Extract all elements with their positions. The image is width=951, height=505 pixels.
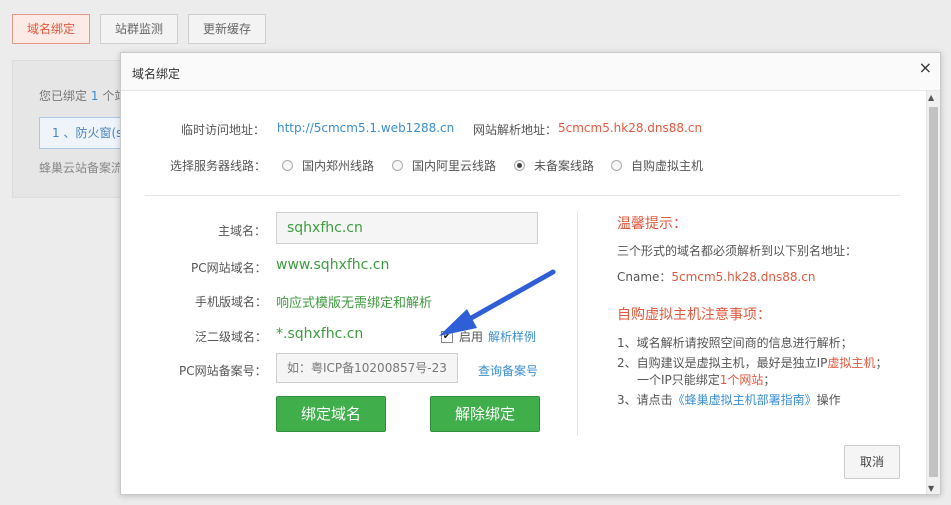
radio-label: 国内阿里云线路	[412, 159, 497, 173]
main-domain-input[interactable]: sqhxfhc.cn	[276, 212, 538, 244]
radio-dot-selected	[514, 160, 525, 171]
vhost-guide-link[interactable]: 《蜂巢虚拟主机部署指南》	[673, 393, 817, 407]
vhost-note-1: 1、域名解析请按照空间商的信息进行解析；	[617, 336, 853, 350]
wildcard-domain-value: *.sqhxfhc.cn	[276, 326, 364, 342]
radio-aliyun[interactable]: 国内阿里云线路	[392, 157, 496, 174]
domain-binding-dialog: 域名绑定 × 临时访问地址： http://5cmcm5.1.web1288.c…	[120, 52, 941, 495]
vhost-note-3-text: 3、请点击	[617, 393, 673, 407]
tab-domain-binding[interactable]: 域名绑定	[12, 14, 91, 44]
bind-domain-button[interactable]: 绑定域名	[276, 396, 386, 432]
vhost-note-2-cont-end: ；	[763, 373, 776, 387]
pc-domain-label: PC网站域名：	[191, 261, 267, 275]
vhost-note-2-cont: 一个IP只能绑定1个网站；	[637, 371, 775, 388]
tips-title: 温馨提示：	[617, 216, 687, 232]
bound-prefix: 您已绑定	[39, 89, 88, 103]
wildcard-domain-label: 泛二级域名：	[195, 330, 268, 344]
vhost-note-2-text: 2、自购建议是虚拟主机，最好是独立IP	[617, 356, 828, 370]
server-line-label: 选择服务器线路：	[170, 159, 267, 173]
resolve-address-value: 5cmcm5.hk28.dns88.cn	[558, 121, 703, 135]
divider	[145, 195, 900, 196]
bound-count-text: 您已绑定 1 个站	[39, 87, 126, 104]
radio-dot	[282, 160, 293, 171]
radio-label: 未备案线路	[534, 159, 595, 173]
enable-label: 启用	[459, 330, 484, 344]
scroll-down-icon[interactable]: ▼	[928, 484, 934, 493]
vhost-note-2: 2、自购建议是虚拟主机，最好是独立IP虚拟主机；	[617, 354, 887, 371]
top-tabs: 域名绑定 站群监测 更新缓存	[12, 14, 267, 44]
radio-own-vhost[interactable]: 自购虚拟主机	[611, 157, 703, 174]
radio-dot	[611, 160, 622, 171]
mobile-domain-value: 响应式模版无需绑定和解析	[276, 296, 433, 311]
radio-unregistered[interactable]: 未备案线路	[514, 157, 594, 174]
radio-label: 国内郑州线路	[302, 159, 375, 173]
icp-label: PC网站备案号：	[179, 364, 267, 378]
vhost-note-2-cont-highlight: 1个网站	[719, 373, 764, 387]
mobile-domain-label: 手机版域名：	[195, 295, 268, 309]
unbind-button[interactable]: 解除绑定	[430, 396, 540, 432]
cancel-button[interactable]: 取消	[844, 445, 900, 479]
dialog-title: 域名绑定	[132, 67, 181, 81]
close-icon[interactable]: ×	[919, 58, 932, 77]
dialog-scrollbar[interactable]: ▲ ▼	[926, 91, 940, 494]
radio-dot	[392, 160, 403, 171]
vertical-divider	[577, 211, 578, 436]
vhost-note-2-highlight: 虚拟主机	[827, 356, 876, 370]
vhost-note-2-end: ；	[875, 356, 888, 370]
query-icp-link[interactable]: 查询备案号	[478, 362, 538, 379]
vhost-note-3: 3、请点击《蜂巢虚拟主机部署指南》操作	[617, 391, 841, 408]
enable-wildcard-checkbox[interactable]: ✔ 启用	[441, 328, 483, 345]
resolve-address-label: 网站解析地址：	[473, 123, 558, 137]
cname-value: 5cmcm5.hk28.dns88.cn	[671, 270, 816, 284]
temp-access-label: 临时访问地址：	[181, 123, 266, 137]
dialog-header	[121, 53, 940, 91]
background-note: 蜂巢云站备案流	[39, 161, 124, 175]
temp-access-url[interactable]: http://5cmcm5.1.web1288.cn	[277, 121, 454, 135]
vhost-notes-title: 自购虚拟主机注意事项：	[617, 307, 771, 323]
icp-input[interactable]: 如：粤ICP备10200857号-23	[276, 353, 458, 383]
cname-line: Cname：5cmcm5.hk28.dns88.cn	[617, 268, 815, 285]
tab-update-cache[interactable]: 更新缓存	[188, 14, 267, 44]
cname-label: Cname：	[617, 270, 672, 284]
resolve-example-link[interactable]: 解析样例	[488, 328, 536, 345]
tab-site-monitor[interactable]: 站群监测	[100, 14, 179, 44]
vhost-note-3-end: 操作	[816, 393, 841, 407]
pc-domain-value: www.sqhxfhc.cn	[276, 257, 390, 273]
checkbox-check-icon: ✔	[441, 330, 453, 343]
radio-zhengzhou[interactable]: 国内郑州线路	[282, 157, 374, 174]
scroll-up-icon[interactable]: ▲	[928, 93, 934, 102]
radio-label: 自购虚拟主机	[631, 159, 704, 173]
tips-line: 三个形式的域名都必须解析到以下别名地址：	[617, 244, 858, 258]
scroll-thumb[interactable]	[929, 107, 938, 477]
main-domain-label: 主域名：	[218, 224, 267, 238]
bound-count: 1	[90, 89, 99, 103]
vhost-note-2-cont-text: 一个IP只能绑定	[637, 373, 720, 387]
